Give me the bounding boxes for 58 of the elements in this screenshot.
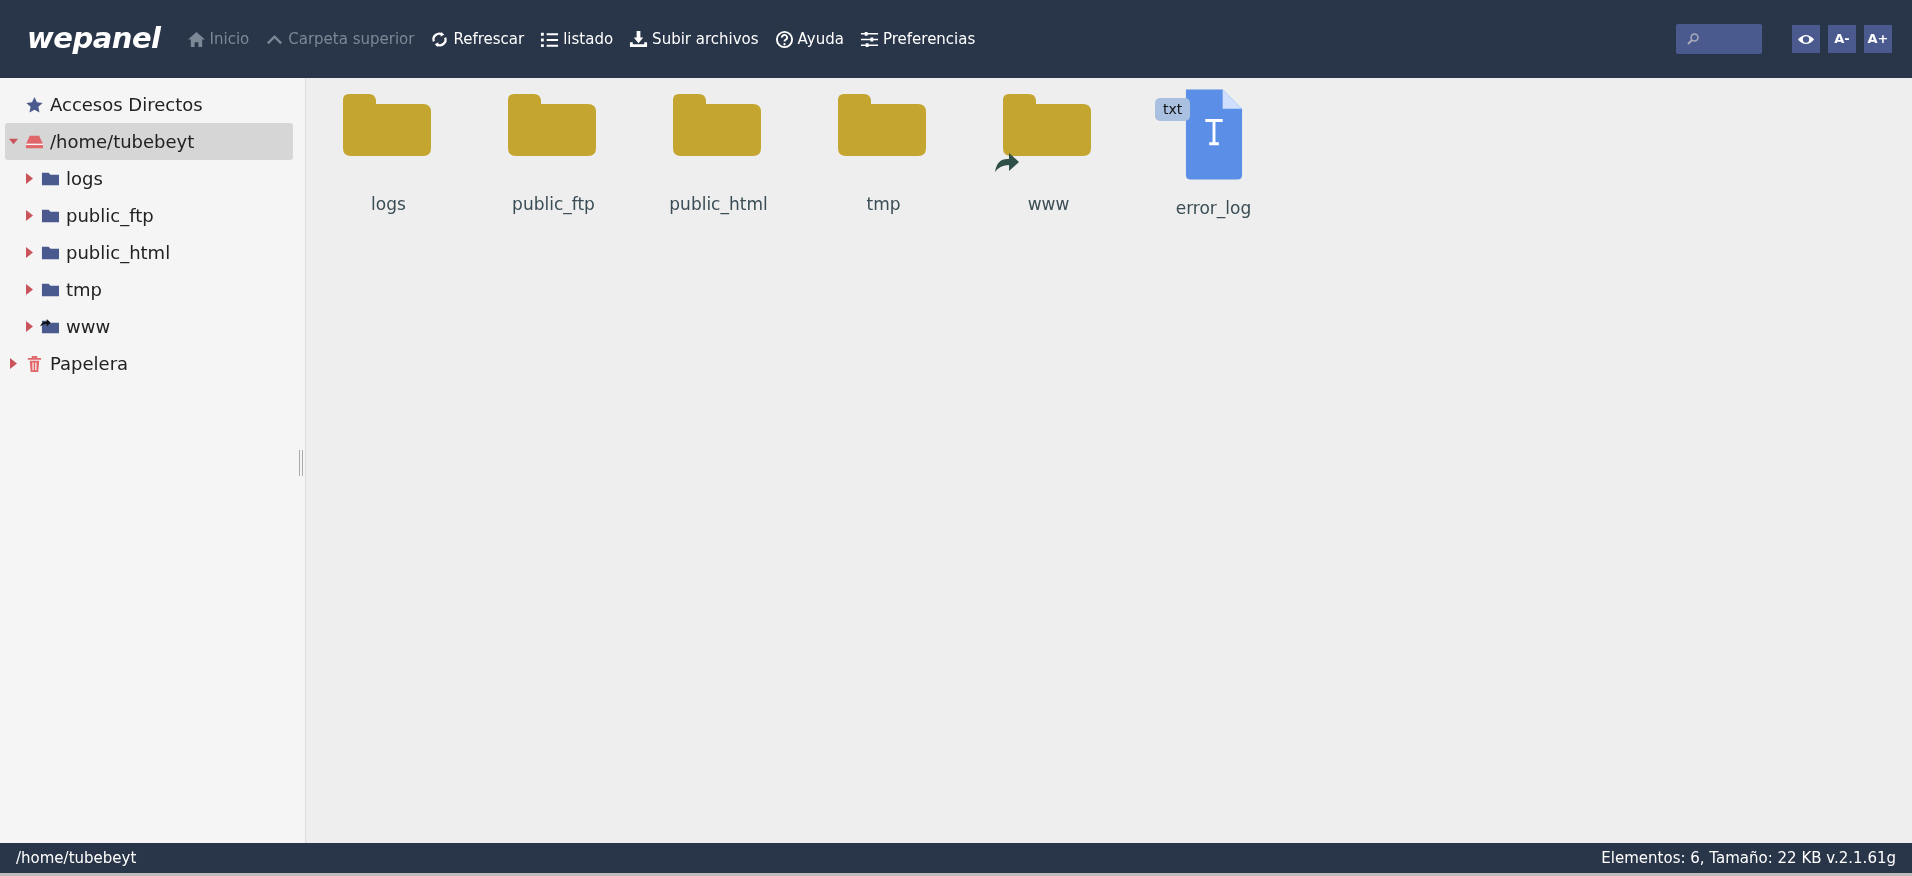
status-path: /home/tubebeyt [16, 847, 137, 869]
tree-label: Papelera [50, 352, 129, 376]
tree-item[interactable]: Accesos Directos [5, 86, 293, 123]
tree-item[interactable]: public_html [5, 234, 293, 271]
eye-icon [1797, 32, 1815, 46]
caret-right-icon [25, 321, 34, 332]
file-name: www [1027, 193, 1070, 216]
tree-label: public_ftp [66, 204, 154, 229]
file-name: tmp [866, 193, 901, 216]
file-item[interactable]: logs [306, 94, 471, 222]
tree-item[interactable]: /home/tubebeyt [5, 123, 293, 160]
file-type-label: txt [1155, 98, 1191, 121]
file-name: public_html [669, 193, 768, 217]
tree-label: logs [66, 167, 103, 191]
help-icon [774, 29, 794, 49]
toolbar-button[interactable]: Ayuda [766, 23, 852, 55]
tree-label: public_html [66, 241, 171, 266]
refresh-icon [430, 29, 450, 49]
search-field[interactable] [1676, 24, 1762, 54]
toolbar-button[interactable]: listado [532, 23, 622, 55]
file-item[interactable]: txt error_log [1131, 94, 1296, 222]
visibility-button[interactable] [1792, 25, 1820, 53]
caret-down-icon [9, 136, 18, 147]
star-icon [24, 95, 44, 114]
file-item[interactable]: www [966, 94, 1131, 222]
tree-item[interactable]: logs [5, 160, 293, 197]
tree-item[interactable]: public_ftp [5, 197, 293, 234]
file-name: logs [371, 193, 406, 216]
tree-item[interactable]: Papelera [5, 345, 293, 382]
tree-label: www [66, 315, 111, 339]
text-file-icon [1183, 86, 1244, 182]
status-info: Elementos: 6, Tamaño: 22 KB v.2.1.61g [1601, 847, 1896, 869]
tree-label: Accesos Directos [50, 93, 203, 117]
caret-right-icon [9, 358, 18, 369]
caret-right-icon [25, 173, 34, 184]
download-icon [629, 29, 649, 49]
font-size-button[interactable]: A+ [1864, 25, 1892, 53]
tree-label: tmp [66, 278, 103, 302]
caret-right-icon [25, 284, 34, 295]
caret-right-icon [25, 210, 34, 221]
home-icon [186, 29, 206, 49]
search-icon [1686, 32, 1700, 46]
logo: wepanel [27, 20, 161, 58]
sliders-icon [859, 29, 879, 49]
file-name: error_log [1175, 197, 1252, 221]
tree-item[interactable]: www [5, 308, 293, 345]
file-item[interactable]: public_html [636, 94, 801, 222]
toolbar-button[interactable]: Subir archivos [621, 23, 767, 55]
file-item[interactable]: tmp [801, 94, 966, 222]
tree-label: /home/tubebeyt [50, 130, 195, 154]
toolbar-button[interactable]: Refrescar [422, 23, 533, 55]
toolbar-button[interactable]: Preferencias [851, 23, 984, 55]
file-item[interactable]: public_ftp [471, 94, 636, 222]
file-name: public_ftp [512, 193, 595, 217]
caret-right-icon [25, 247, 34, 258]
font-size-button[interactable]: A- [1828, 25, 1856, 53]
splitter-handle[interactable] [299, 450, 303, 476]
tree-item[interactable]: tmp [5, 271, 293, 308]
